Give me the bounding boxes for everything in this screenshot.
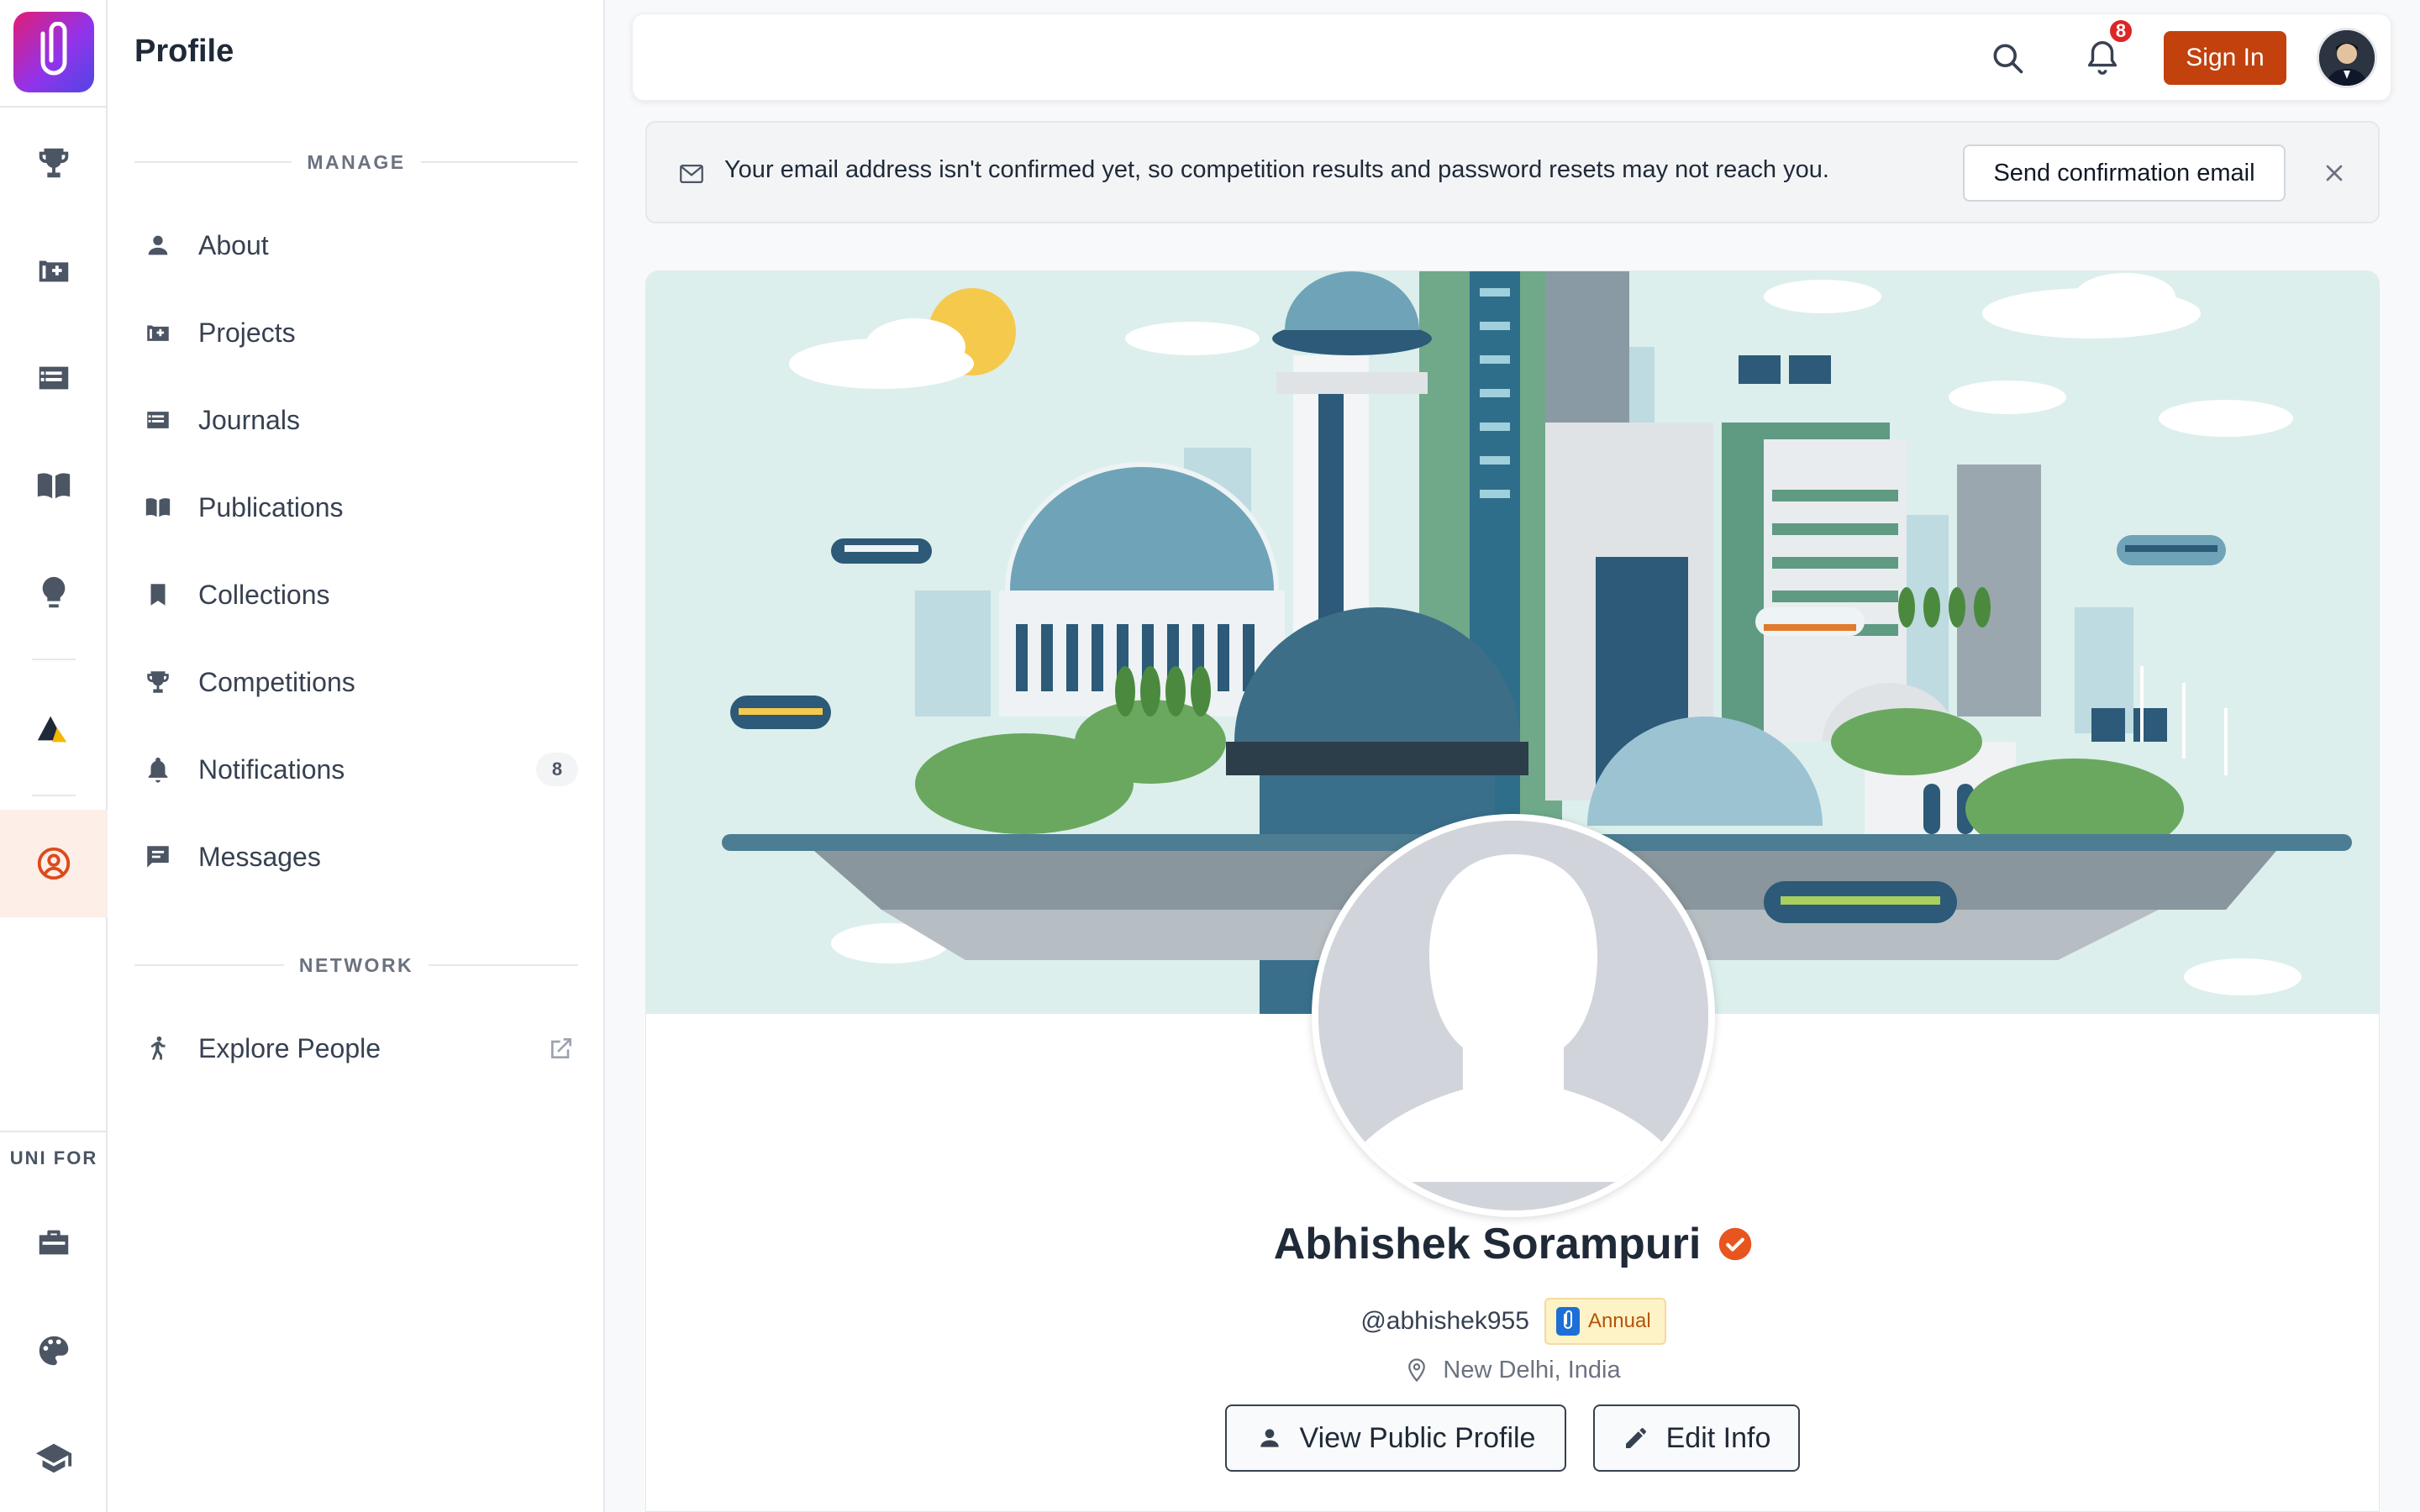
profile-picture[interactable] <box>1312 814 1715 1217</box>
edit-info-label: Edit Info <box>1665 1421 1771 1454</box>
person-icon <box>141 228 175 262</box>
section-network: NETWORK <box>134 953 579 978</box>
search-icon[interactable] <box>1989 39 2026 76</box>
briefcase-icon <box>39 1230 69 1255</box>
sidebar-item-label: About <box>198 229 269 260</box>
sidebar-item-projects[interactable]: Projects <box>134 302 578 363</box>
rail-business[interactable] <box>0 1189 108 1297</box>
rail-projects[interactable] <box>0 217 108 324</box>
profile-card: Abhishek Sorampuri @abhishek955 Annual <box>645 270 2380 1512</box>
top-bar: 8 Sign In <box>632 13 2391 101</box>
sidebar-item-collections[interactable]: Collections <box>134 564 578 625</box>
app-logo[interactable] <box>13 12 94 92</box>
sidebar-item-competitions[interactable]: Competitions <box>134 652 578 712</box>
chat-icon <box>141 840 175 874</box>
divider <box>32 659 76 660</box>
plan-label: Annual <box>1587 1310 1651 1332</box>
section-label: NETWORK <box>298 953 414 976</box>
rail-ideas[interactable] <box>0 539 108 647</box>
location-pin-icon <box>1408 1358 1426 1383</box>
user-avatar-icon <box>2319 30 2375 86</box>
sidebar-item-publications[interactable]: Publications <box>134 477 578 538</box>
avatar[interactable] <box>2317 28 2377 88</box>
profile-actions: View Public Profile Edit Info <box>645 1404 2380 1472</box>
divider <box>32 795 76 796</box>
walking-person-icon <box>141 1032 175 1065</box>
pencil-icon <box>1625 1428 1646 1448</box>
sidebar-item-about[interactable]: About <box>134 215 578 276</box>
alert-message: Your email address isn't confirmed yet, … <box>724 156 1829 183</box>
email-confirmation-alert: Your email address isn't confirmed yet, … <box>645 121 2380 223</box>
project-icon <box>141 316 175 349</box>
sidebar-item-label: Projects <box>198 317 296 348</box>
sidebar-item-label: Collections <box>198 579 330 610</box>
sidebar-item-label: Notifications <box>198 753 345 785</box>
rail-profile[interactable] <box>0 810 108 917</box>
view-public-profile-button[interactable]: View Public Profile <box>1225 1404 1566 1472</box>
send-confirmation-email-button[interactable]: Send confirmation email <box>1963 144 2286 202</box>
sidebar-item-label: Messages <box>198 841 321 872</box>
plan-badge: Annual <box>1544 1298 1666 1345</box>
book-icon <box>37 473 71 499</box>
profile-name-row: Abhishek Sorampuri <box>646 1219 2379 1269</box>
divider <box>0 1131 108 1132</box>
triangle-logo-icon <box>37 716 67 743</box>
user-circle-icon <box>37 847 71 880</box>
bookmark-icon <box>141 578 175 612</box>
verified-badge-icon <box>1719 1227 1752 1261</box>
sign-in-button[interactable]: Sign In <box>2164 31 2286 85</box>
profile-location: New Delhi, India <box>1443 1356 1621 1383</box>
person-icon <box>1260 1429 1279 1447</box>
rail-publications[interactable] <box>0 432 108 539</box>
sidebar-item-label: Journals <box>198 404 300 435</box>
divider <box>0 106 108 108</box>
sidebar-item-explore-people[interactable]: Explore People <box>134 1018 578 1079</box>
default-avatar-icon <box>1318 821 1708 1210</box>
paperclip-logo-icon <box>40 22 67 76</box>
journal-icon <box>39 366 69 390</box>
rail-competitions[interactable] <box>0 109 108 217</box>
profile-location-row: New Delhi, India <box>645 1356 2380 1384</box>
sidebar-item-label: Explore People <box>198 1032 381 1063</box>
external-link-icon <box>551 1038 571 1058</box>
profile-sidebar: Profile MANAGE About Projects Journals P… <box>108 0 605 1512</box>
rail-education[interactable] <box>0 1404 108 1512</box>
sidebar-item-label: Competitions <box>198 666 355 697</box>
palette-icon <box>39 1336 69 1366</box>
sidebar-title: Profile <box>134 34 234 69</box>
sidebar-item-messages[interactable]: Messages <box>134 827 578 887</box>
book-icon <box>141 491 175 524</box>
section-label: MANAGE <box>307 150 406 173</box>
mail-icon <box>680 164 703 184</box>
profile-name: Abhishek Sorampuri <box>1273 1220 1702 1268</box>
project-icon <box>39 260 69 282</box>
trophy-icon <box>39 148 69 178</box>
bell-icon <box>141 753 175 786</box>
graduation-cap-icon <box>35 1443 72 1473</box>
rail-creators[interactable] <box>0 1297 108 1404</box>
sidebar-item-notifications[interactable]: Notifications 8 <box>134 739 578 800</box>
paperclip-logo-icon <box>1555 1307 1580 1336</box>
profile-handle: @abhishek955 <box>1360 1307 1529 1335</box>
close-icon[interactable] <box>2321 160 2348 186</box>
profile-handle-row: @abhishek955 Annual <box>646 1298 2379 1345</box>
view-public-profile-label: View Public Profile <box>1299 1421 1536 1454</box>
bulb-icon <box>42 576 66 608</box>
notification-badge: 8 <box>2107 18 2134 45</box>
rail-journals[interactable] <box>0 324 108 432</box>
sidebar-item-label: Publications <box>198 491 344 522</box>
notification-count-badge: 8 <box>536 753 578 786</box>
sidebar-item-journals[interactable]: Journals <box>134 390 578 450</box>
edit-info-button[interactable]: Edit Info <box>1593 1404 1800 1472</box>
journal-icon <box>141 403 175 437</box>
section-manage: MANAGE <box>134 150 579 175</box>
rail-platform[interactable] <box>0 675 108 783</box>
trophy-icon <box>141 665 175 699</box>
icon-rail: UNI FOR <box>0 0 108 1512</box>
uni-for-label: UNI FOR <box>9 1147 98 1168</box>
